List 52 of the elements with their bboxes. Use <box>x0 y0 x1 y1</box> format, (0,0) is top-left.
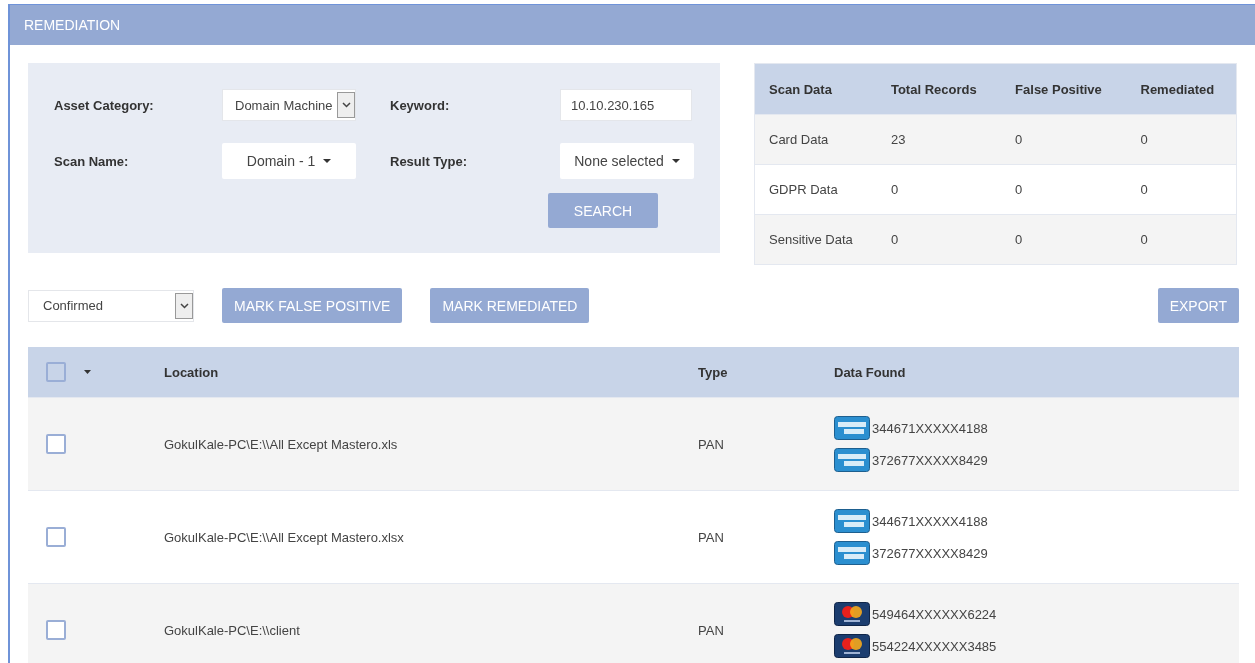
table-cell: PAN <box>698 622 724 638</box>
card-icon <box>834 602 870 626</box>
chevron-icon <box>337 92 355 118</box>
table-cell: 0 <box>1126 214 1237 265</box>
table-cell: PAN <box>698 436 724 452</box>
table-cell: PAN <box>698 529 724 545</box>
table-cell: Sensitive Data <box>754 214 877 265</box>
checkbox[interactable] <box>46 362 66 382</box>
card-number: 372677XXXXX8429 <box>872 452 988 468</box>
filter-label: Scan Name: <box>54 153 130 169</box>
card-icon <box>834 634 870 658</box>
card-number: 344671XXXXX4188 <box>872 420 988 436</box>
card-icon <box>834 541 870 565</box>
table-cell: GokulKale-PC\E:\\All Except Mastero.xls <box>164 436 398 452</box>
card-number: 549464XXXXXX6224 <box>872 606 997 622</box>
caret-icon[interactable] <box>84 370 91 374</box>
checkbox[interactable] <box>46 434 66 454</box>
column-header: Scan Data <box>754 63 877 115</box>
table-cell: 0 <box>1001 114 1127 165</box>
table-cell: 23 <box>876 114 1002 165</box>
column-header: Type <box>698 364 728 380</box>
card-number: 372677XXXXX8429 <box>872 545 988 561</box>
checkbox[interactable] <box>46 527 66 547</box>
dropdown[interactable]: None selected <box>560 143 694 179</box>
checkbox[interactable] <box>46 620 66 640</box>
table-cell: Card Data <box>754 114 877 165</box>
card-number: 554224XXXXXX3485 <box>872 638 997 654</box>
table-cell: GokulKale-PC\E:\\client <box>164 622 300 638</box>
keyword-field[interactable]: 10.10.230.165 <box>560 89 692 121</box>
column-header: Location <box>164 364 219 380</box>
caret-icon <box>323 159 332 163</box>
column-header: Data Found <box>834 364 906 380</box>
dropdown[interactable]: Domain - 1 <box>222 143 356 179</box>
page-title: REMEDIATION <box>24 17 121 33</box>
chevron-icon <box>175 292 193 319</box>
card-icon <box>834 448 870 472</box>
caret-icon <box>671 159 680 163</box>
column-header: False Positive <box>1001 63 1127 115</box>
table-cell: 0 <box>1126 114 1237 165</box>
status-select[interactable]: Confirmed <box>28 289 194 322</box>
filter-label: Keyword: <box>390 97 451 113</box>
table-cell: GokulKale-PC\E:\\All Except Mastero.xlsx <box>164 529 404 545</box>
card-icon <box>834 509 870 533</box>
column-header: Remediated <box>1126 63 1237 115</box>
table-cell: 0 <box>876 214 1002 265</box>
filter-label: Asset Category: <box>54 97 155 113</box>
card-icon <box>834 416 870 440</box>
select-field[interactable]: Domain Machine <box>222 89 356 121</box>
card-number: 344671XXXXX4188 <box>872 513 988 529</box>
column-header: Total Records <box>876 63 1002 115</box>
filter-label: Result Type: <box>390 153 469 169</box>
table-cell: 0 <box>1001 214 1127 265</box>
